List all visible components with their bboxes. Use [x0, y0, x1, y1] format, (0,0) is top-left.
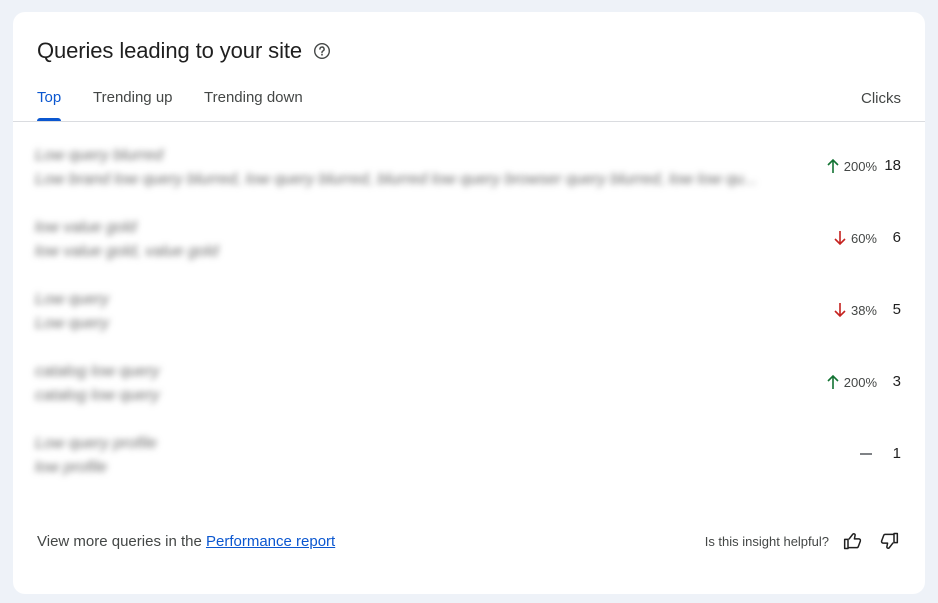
table-row[interactable]: low value gold low value gold, value gol…	[13, 204, 925, 276]
trend-change: 60%	[833, 230, 877, 246]
dash-icon	[860, 453, 872, 455]
query-text: Low query profile low profile	[35, 432, 157, 480]
change-value: 200%	[843, 158, 877, 174]
trend-change: 200%	[826, 374, 877, 390]
trend-change: 38%	[833, 302, 877, 318]
thumb-up-icon[interactable]	[841, 529, 865, 553]
change-value: 60%	[850, 230, 877, 246]
card-header: Queries leading to your site	[37, 38, 331, 64]
tab-top[interactable]: Top	[37, 89, 62, 121]
arrow-up-icon	[827, 158, 839, 173]
query-title: low value gold	[35, 219, 137, 236]
feedback-question: Is this insight helpful?	[704, 533, 829, 549]
table-row[interactable]: Low query blurred Low brand low query bl…	[13, 132, 925, 204]
query-subtitle: Low brand low query blurred, low query b…	[35, 171, 758, 188]
query-text: Low query Low query	[35, 288, 109, 336]
query-text: low value gold low value gold, value gol…	[35, 216, 218, 264]
arrow-down-icon	[834, 303, 846, 318]
feedback-area: Is this insight helpful?	[705, 529, 901, 553]
clicks-column-header: Clicks	[861, 90, 901, 107]
table-row[interactable]: Low query profile low profile 1	[13, 420, 925, 492]
query-text: catalog low query catalog low query	[35, 360, 160, 408]
query-title: Low query	[35, 291, 109, 308]
view-more-prefix: View more queries in the	[37, 532, 206, 550]
change-value: 200%	[843, 374, 877, 390]
arrow-up-icon	[827, 374, 839, 389]
query-subtitle: low profile	[35, 459, 108, 476]
table-row[interactable]: catalog low query catalog low query 200%…	[13, 348, 925, 420]
click-count: 18	[884, 157, 901, 174]
view-more-text: View more queries in the Performance rep…	[37, 533, 335, 550]
tab-bar: Top Trending up Trending down	[13, 89, 925, 122]
query-subtitle: low value gold, value gold	[35, 243, 219, 260]
query-text: Low query blurred Low brand low query bl…	[35, 144, 757, 192]
click-count: 5	[892, 301, 901, 318]
card-footer: View more queries in the Performance rep…	[37, 529, 901, 553]
click-count: 3	[892, 373, 901, 390]
query-title: catalog low query	[35, 363, 160, 380]
click-count: 1	[892, 445, 901, 462]
change-value: 38%	[850, 302, 877, 318]
query-title: Low query profile	[35, 435, 157, 452]
query-list: Low query blurred Low brand low query bl…	[13, 132, 925, 492]
arrow-down-icon	[834, 231, 846, 246]
click-count: 6	[892, 229, 901, 246]
query-subtitle: Low query	[35, 315, 109, 332]
help-circle-icon[interactable]	[313, 42, 331, 60]
trend-change: 200%	[826, 158, 877, 174]
card-title: Queries leading to your site	[37, 38, 303, 63]
queries-card: Queries leading to your site Top Trendin…	[13, 12, 925, 594]
thumb-down-icon[interactable]	[877, 529, 901, 553]
tab-trending-down[interactable]: Trending down	[204, 89, 303, 121]
tab-trending-up[interactable]: Trending up	[93, 89, 173, 121]
trend-change	[859, 446, 877, 462]
performance-report-link[interactable]: Performance report	[206, 533, 335, 550]
query-subtitle: catalog low query	[35, 387, 160, 404]
query-title: Low query blurred	[35, 147, 164, 164]
table-row[interactable]: Low query Low query 38% 5	[13, 276, 925, 348]
